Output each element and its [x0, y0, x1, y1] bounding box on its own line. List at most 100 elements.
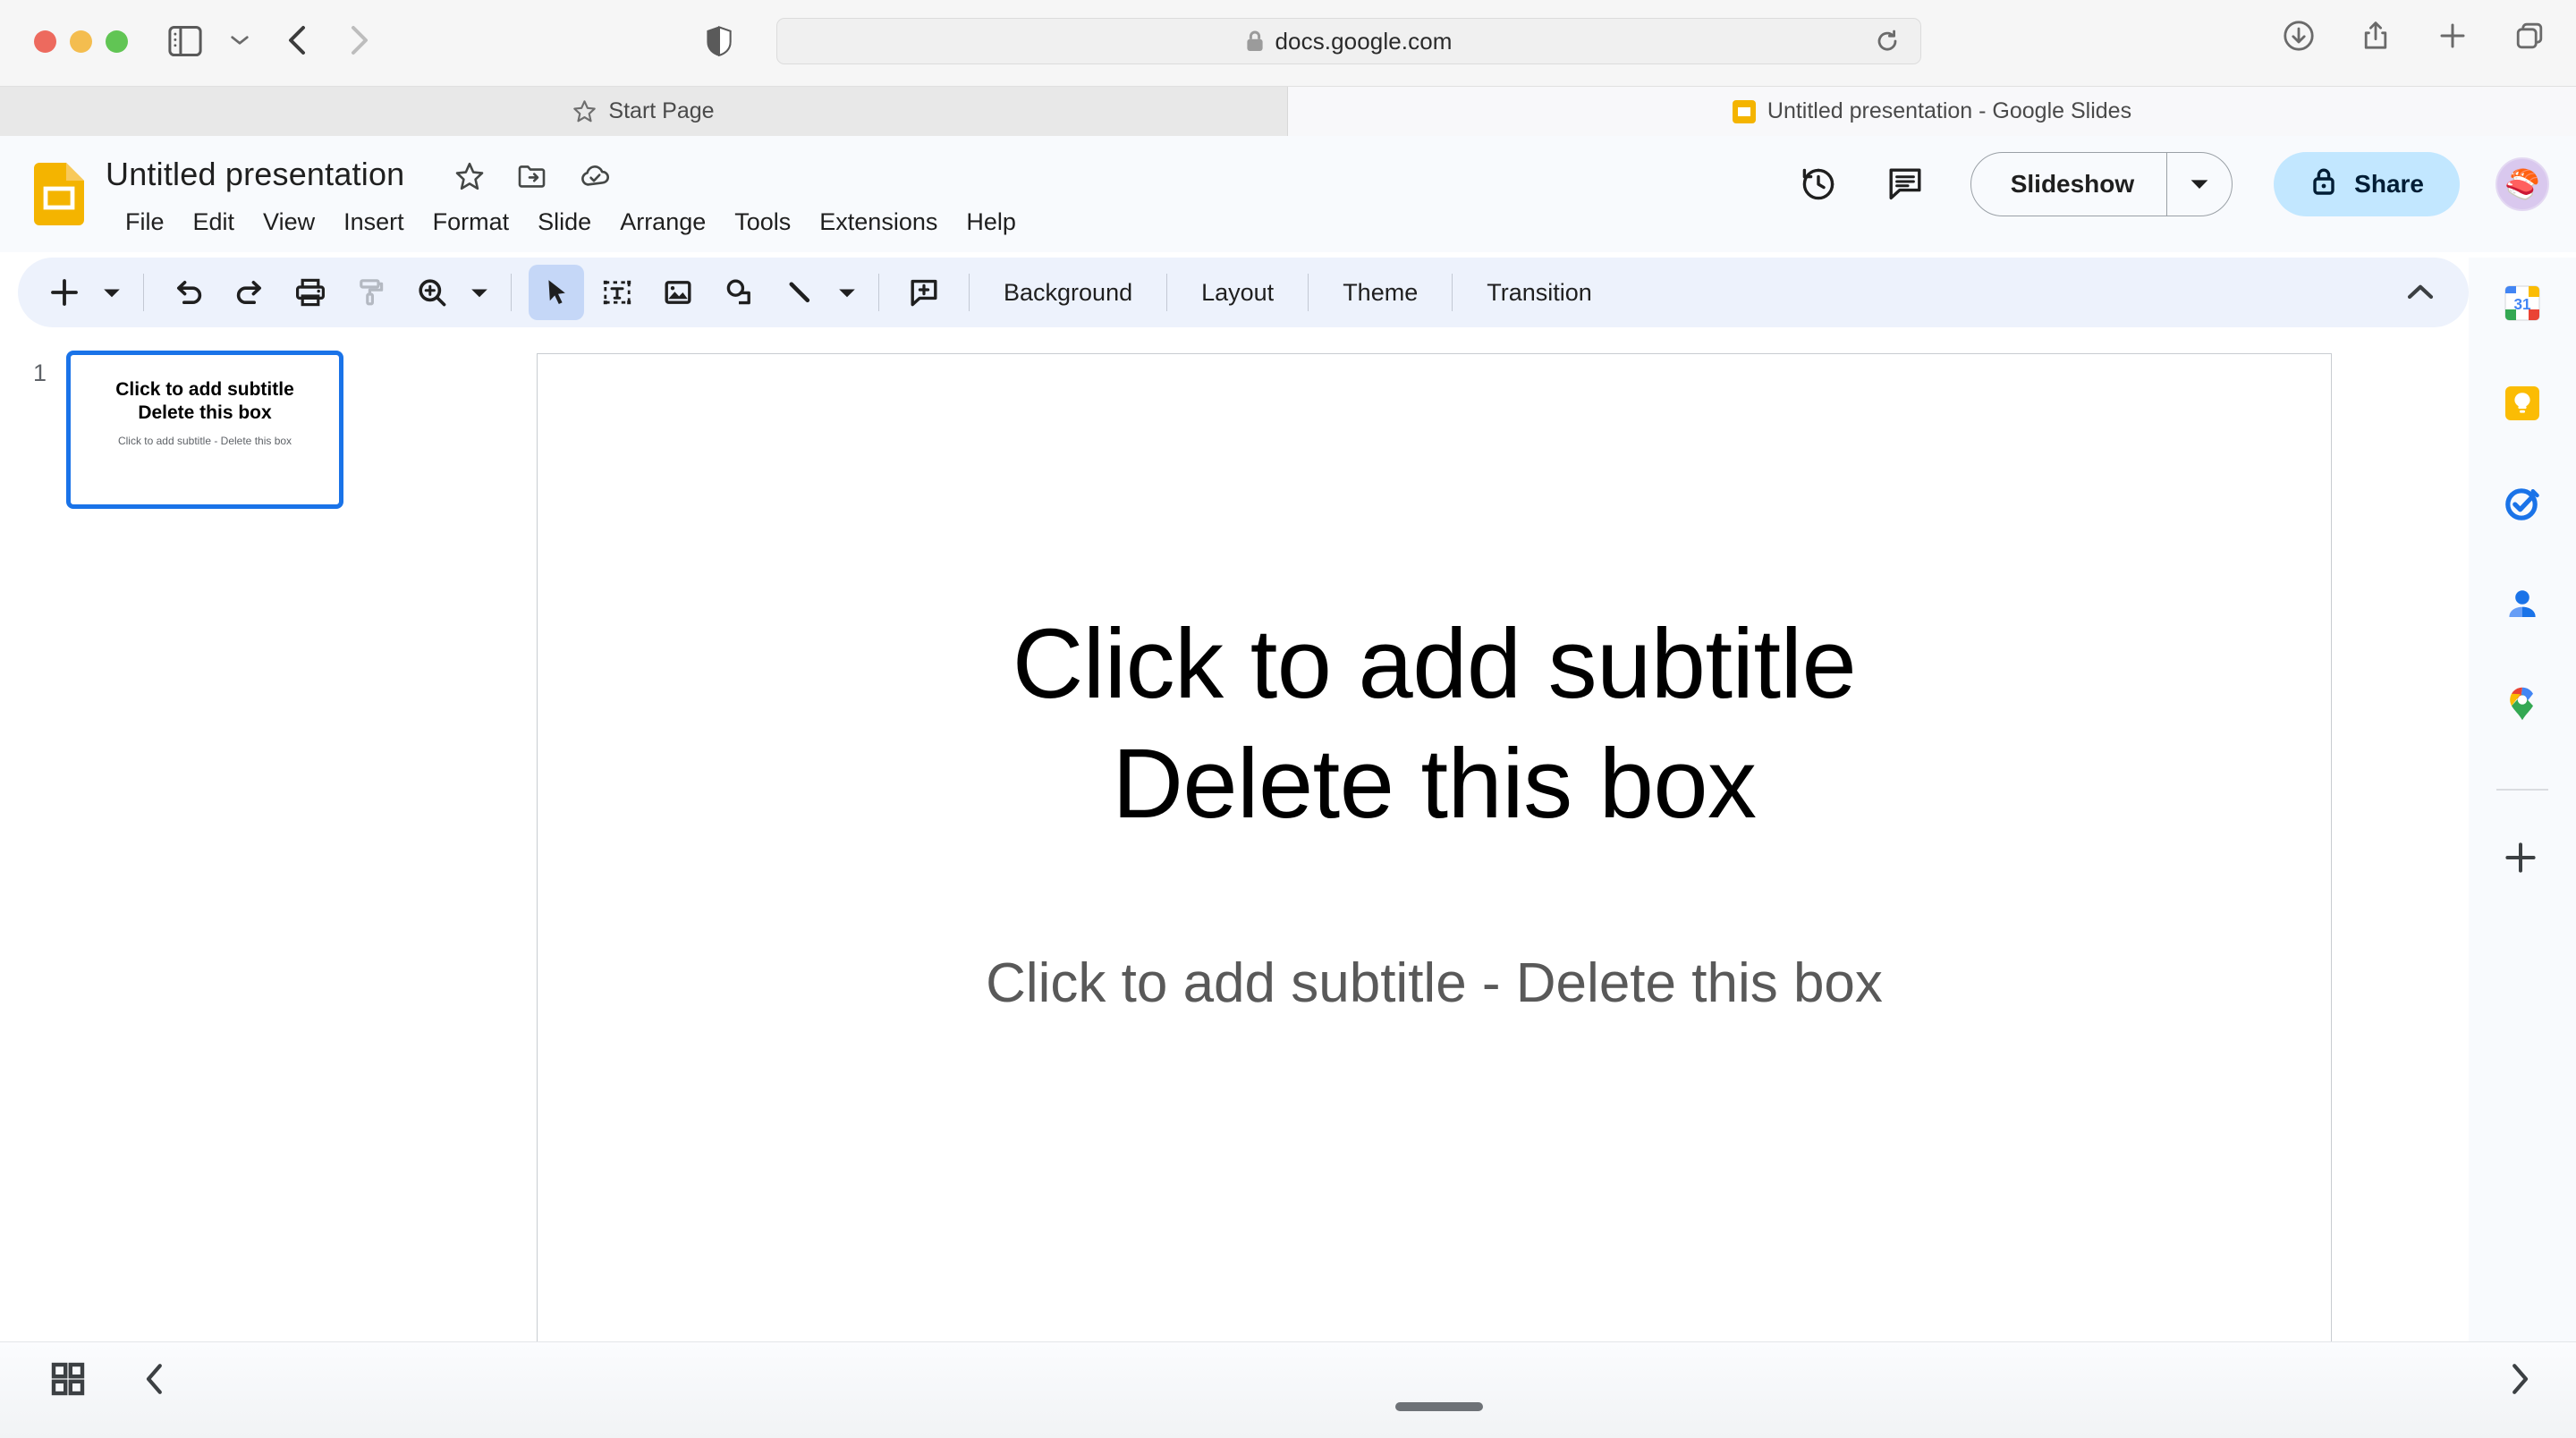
menu-view[interactable]: View	[249, 204, 329, 241]
menu-slide[interactable]: Slide	[523, 204, 606, 241]
google-calendar-icon[interactable]: 31	[2502, 283, 2543, 324]
sidebar-toggle-icon[interactable]	[168, 25, 202, 57]
google-contacts-icon[interactable]	[2502, 583, 2543, 624]
expand-panel-chevron-right-icon[interactable]	[2504, 1359, 2535, 1399]
address-bar[interactable]: docs.google.com	[776, 18, 1921, 64]
zoom-window-button[interactable]	[106, 30, 128, 53]
paint-format-button[interactable]	[343, 265, 399, 320]
filmstrip-slide-1: 1 Click to add subtitle Delete this box …	[0, 351, 343, 509]
toolbar-divider	[878, 274, 879, 311]
collapse-filmstrip-chevron-left-icon[interactable]	[140, 1359, 170, 1399]
slide-subtitle-placeholder[interactable]: Click to add subtitle - Delete this box	[538, 952, 2331, 1015]
toolbar-divider	[1452, 274, 1453, 311]
line-dropdown-chevron-down-icon[interactable]	[830, 265, 864, 320]
tab-bar: Start Page Untitled presentation - Googl…	[0, 87, 2576, 136]
menu-tools[interactable]: Tools	[720, 204, 805, 241]
slide-title-line-2: Delete this box	[1112, 729, 1757, 840]
google-maps-icon[interactable]	[2502, 683, 2543, 724]
share-button[interactable]: Share	[2274, 152, 2460, 216]
url-text: docs.google.com	[1275, 27, 1453, 55]
slide-thumbnail[interactable]: Click to add subtitle Delete this box Cl…	[66, 351, 343, 509]
add-comment-button[interactable]	[896, 265, 952, 320]
downloads-icon[interactable]	[2283, 20, 2315, 52]
slideshow-button[interactable]: Slideshow	[1971, 153, 2168, 216]
user-avatar[interactable]: 🍣	[2496, 157, 2549, 211]
menu-file[interactable]: File	[111, 204, 179, 241]
side-panel-divider	[2496, 789, 2548, 791]
background-button[interactable]: Background	[984, 270, 1152, 316]
text-box-button[interactable]	[589, 265, 645, 320]
grid-view-icon[interactable]	[50, 1361, 86, 1397]
new-slide-button[interactable]	[37, 265, 92, 320]
toolbar-divider	[969, 274, 970, 311]
tab-start-page[interactable]: Start Page	[0, 87, 1288, 136]
zoom-button[interactable]	[404, 265, 460, 320]
forward-chevron-icon[interactable]	[343, 23, 374, 57]
thumbnail-title-line-1: Click to add subtitle	[115, 379, 294, 400]
menu-extensions[interactable]: Extensions	[805, 204, 952, 241]
google-slides-logo[interactable]	[34, 163, 84, 225]
lock-icon	[1247, 30, 1264, 51]
cloud-saved-icon[interactable]	[580, 161, 610, 191]
collapse-toolbar-chevron-up-icon[interactable]	[2402, 275, 2438, 309]
thumbnail-subtitle: Click to add subtitle - Delete this box	[117, 435, 292, 448]
minimize-window-button[interactable]	[70, 30, 92, 53]
tab-label: Untitled presentation - Google Slides	[1767, 98, 2132, 123]
toolbar-divider	[1308, 274, 1309, 311]
new-slide-dropdown-chevron-down-icon[interactable]	[95, 265, 129, 320]
menu-edit[interactable]: Edit	[179, 204, 250, 241]
menu-arrange[interactable]: Arrange	[606, 204, 720, 241]
slide-title-placeholder[interactable]: Click to add subtitle Delete this box	[538, 605, 2331, 844]
star-icon	[572, 99, 597, 123]
insert-image-button[interactable]	[650, 265, 706, 320]
move-to-folder-icon[interactable]	[517, 161, 547, 191]
speaker-notes-drag-handle[interactable]	[1395, 1402, 1483, 1411]
menu-insert[interactable]: Insert	[329, 204, 419, 241]
tab-overview-icon[interactable]	[2513, 20, 2546, 52]
lock-icon	[2309, 166, 2338, 203]
transition-button[interactable]: Transition	[1467, 270, 1612, 316]
share-icon[interactable]	[2360, 20, 2392, 52]
theme-button[interactable]: Theme	[1323, 270, 1437, 316]
slide-filmstrip: 1 Click to add subtitle Delete this box …	[0, 340, 537, 1341]
slideshow-button-group: Slideshow	[1970, 152, 2233, 216]
menu-help[interactable]: Help	[952, 204, 1030, 241]
google-tasks-icon[interactable]	[2502, 483, 2543, 524]
document-title-actions	[454, 161, 610, 191]
toolbar-divider	[1166, 274, 1168, 311]
browser-chrome: docs.google.com	[0, 0, 2576, 87]
shield-icon[interactable]	[705, 25, 733, 57]
comment-icon[interactable]	[1886, 165, 1924, 203]
reload-icon[interactable]	[1876, 30, 1899, 53]
zoom-dropdown-chevron-down-icon[interactable]	[462, 265, 496, 320]
document-title[interactable]: Untitled presentation	[106, 156, 404, 193]
line-button[interactable]	[772, 265, 827, 320]
slide-canvas-area: Click to add subtitle Delete this box Cl…	[537, 340, 2469, 1391]
google-apps-side-panel: 31	[2469, 258, 2576, 1375]
browser-toolbar-right	[2283, 20, 2546, 52]
google-keep-icon[interactable]	[2502, 383, 2543, 424]
share-label: Share	[2354, 170, 2424, 198]
star-icon[interactable]	[454, 161, 485, 191]
select-tool-button[interactable]	[529, 265, 584, 320]
slide-editor-canvas[interactable]: Click to add subtitle Delete this box Cl…	[537, 353, 2332, 1391]
back-chevron-icon[interactable]	[283, 23, 313, 57]
shape-button[interactable]	[711, 265, 767, 320]
add-app-plus-icon[interactable]	[2502, 839, 2543, 880]
undo-button[interactable]	[161, 265, 216, 320]
close-window-button[interactable]	[34, 30, 56, 53]
toolbar-divider	[511, 274, 512, 311]
tab-untitled-presentation[interactable]: Untitled presentation - Google Slides	[1288, 87, 2576, 136]
slideshow-dropdown-chevron-down-icon[interactable]	[2167, 153, 2232, 216]
print-button[interactable]	[283, 265, 338, 320]
thumbnail-title: Click to add subtitle Delete this box	[115, 378, 294, 424]
toolbar-divider	[143, 274, 144, 311]
layout-button[interactable]: Layout	[1182, 270, 1293, 316]
redo-button[interactable]	[222, 265, 277, 320]
sidebar-dropdown-icon[interactable]	[231, 34, 249, 47]
menu-format[interactable]: Format	[419, 204, 524, 241]
main-toolbar: Background Layout Theme Transition	[18, 258, 2469, 327]
version-history-icon[interactable]	[1799, 165, 1838, 204]
new-tab-plus-icon[interactable]	[2436, 20, 2469, 52]
slide-title-line-1: Click to add subtitle	[1012, 609, 1857, 719]
